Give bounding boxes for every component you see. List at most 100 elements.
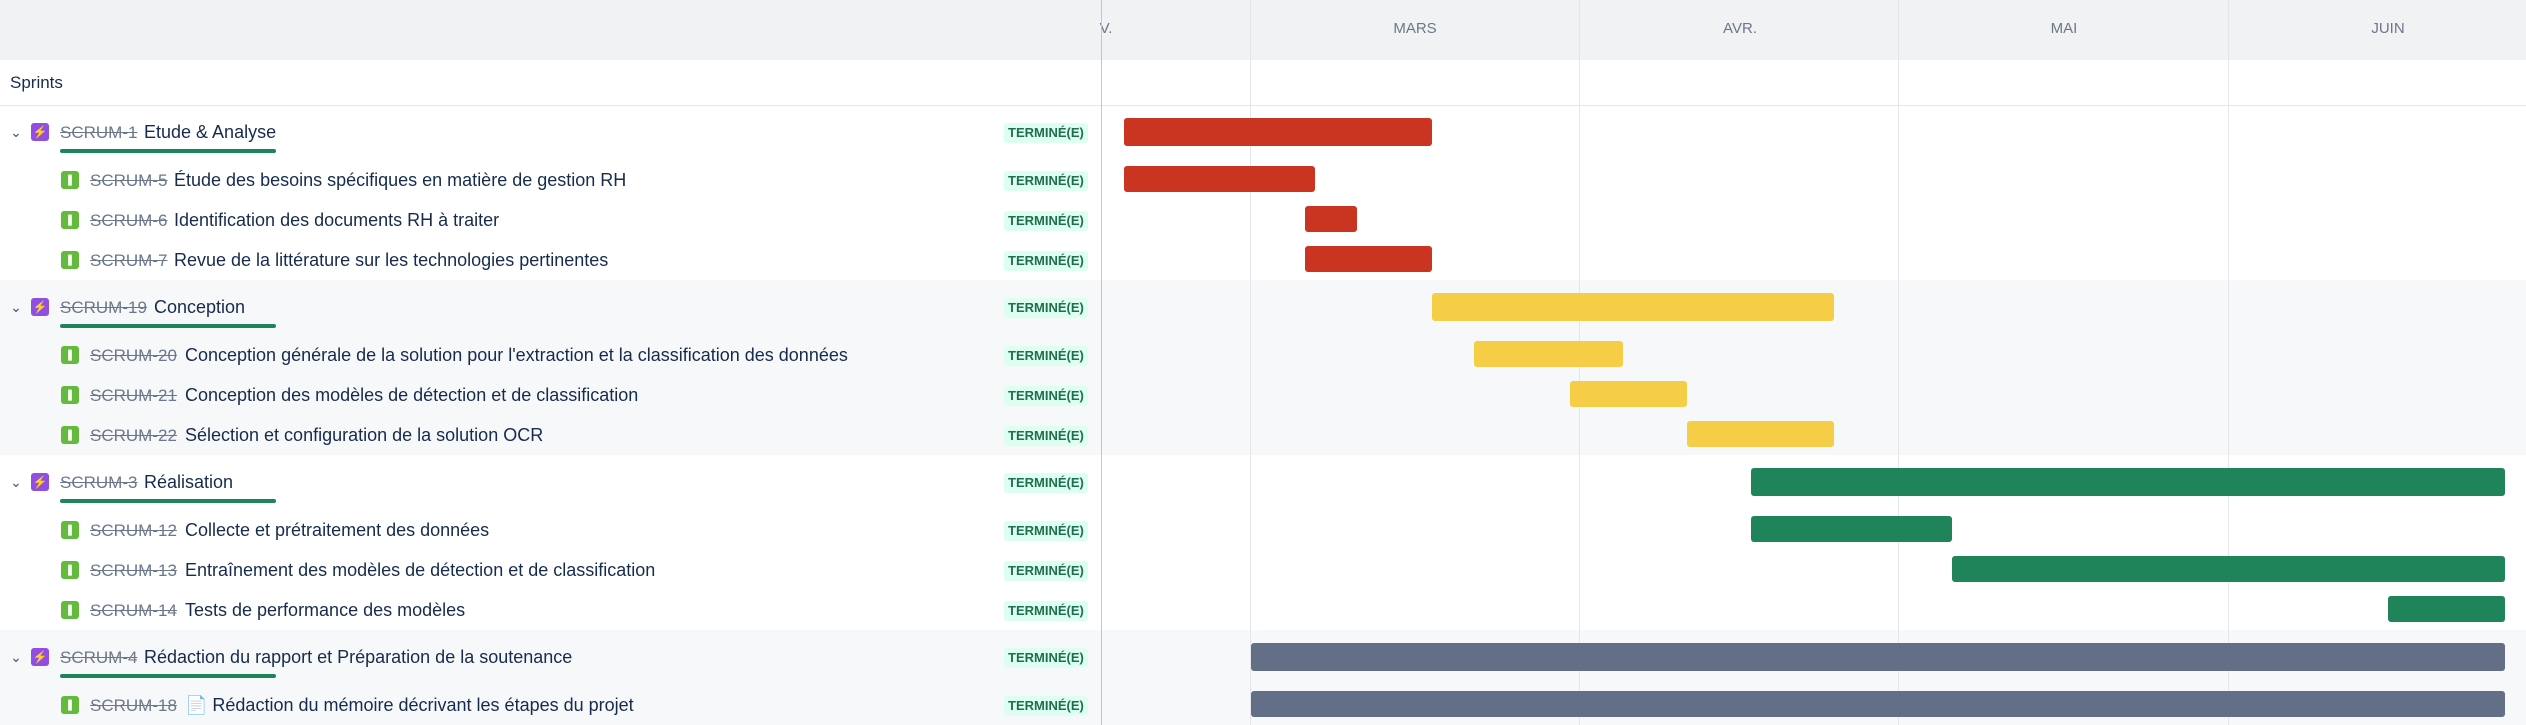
story-icon: ❚ bbox=[61, 386, 79, 404]
issue-title[interactable]: Entraînement des modèles de détection et… bbox=[185, 560, 655, 581]
status-badge[interactable]: TERMINÉ(E) bbox=[1004, 171, 1088, 191]
story-icon: ❚ bbox=[61, 601, 79, 619]
progress-bar bbox=[60, 149, 276, 153]
progress-bar bbox=[60, 324, 276, 328]
issue-key[interactable]: SCRUM-1 bbox=[60, 123, 137, 143]
issue-key[interactable]: SCRUM-13 bbox=[90, 561, 177, 581]
story-row-scrum-13[interactable]: ❚ SCRUM-13 Entraînement des modèles de d… bbox=[0, 550, 1101, 590]
issue-title[interactable]: Etude & Analyse bbox=[144, 122, 276, 143]
status-badge[interactable]: TERMINÉ(E) bbox=[1004, 426, 1088, 446]
timeline-bar-scrum-19[interactable] bbox=[1432, 293, 1834, 321]
story-row-scrum-5[interactable]: ❚ SCRUM-5 Étude des besoins spécifiques … bbox=[0, 160, 1101, 200]
status-badge[interactable]: TERMINÉ(E) bbox=[1004, 648, 1088, 668]
story-icon: ❚ bbox=[61, 426, 79, 444]
progress-bar bbox=[60, 674, 276, 678]
status-badge[interactable]: TERMINÉ(E) bbox=[1004, 561, 1088, 581]
issue-key[interactable]: SCRUM-5 bbox=[90, 171, 167, 191]
story-row-scrum-20[interactable]: ❚ SCRUM-20 Conception générale de la sol… bbox=[0, 335, 1101, 375]
issue-title[interactable]: Identification des documents RH à traite… bbox=[174, 210, 499, 231]
status-badge[interactable]: TERMINÉ(E) bbox=[1004, 473, 1088, 493]
timeline-bar-scrum-1[interactable] bbox=[1124, 118, 1432, 146]
status-badge[interactable]: TERMINÉ(E) bbox=[1004, 251, 1088, 271]
issue-title[interactable]: Revue de la littérature sur les technolo… bbox=[174, 250, 608, 271]
issue-title[interactable]: Conception générale de la solution pour … bbox=[185, 345, 848, 366]
issue-key[interactable]: SCRUM-22 bbox=[90, 426, 177, 446]
epic-row-scrum-19[interactable]: ⌄ ⚡ SCRUM-19 Conception TERMINÉ(E) bbox=[0, 287, 1101, 328]
issue-key[interactable]: SCRUM-6 bbox=[90, 211, 167, 231]
grid-line-mai bbox=[1898, 0, 1899, 725]
issue-title[interactable]: Sélection et configuration de la solutio… bbox=[185, 425, 543, 446]
timeline-header: V. MARS AVR. MAI JUIN bbox=[0, 0, 2526, 61]
issue-key[interactable]: SCRUM-18 bbox=[90, 696, 177, 716]
issue-title[interactable]: 📄 Rédaction du mémoire décrivant les éta… bbox=[185, 695, 634, 716]
timeline-bar-scrum-13[interactable] bbox=[1952, 556, 2505, 582]
issue-title[interactable]: Collecte et prétraitement des données bbox=[185, 520, 489, 541]
issue-title[interactable]: Conception des modèles de détection et d… bbox=[185, 385, 638, 406]
story-icon: ❚ bbox=[61, 346, 79, 364]
grid-line-juin bbox=[2228, 0, 2229, 725]
issue-key[interactable]: SCRUM-21 bbox=[90, 386, 177, 406]
issue-title[interactable]: Conception bbox=[154, 297, 245, 318]
timeline-bar-scrum-20[interactable] bbox=[1474, 341, 1623, 367]
status-badge[interactable]: TERMINÉ(E) bbox=[1004, 298, 1088, 318]
story-row-scrum-12[interactable]: ❚ SCRUM-12 Collecte et prétraitement des… bbox=[0, 510, 1101, 550]
story-row-scrum-18[interactable]: ❚ SCRUM-18 📄 Rédaction du mémoire décriv… bbox=[0, 685, 1101, 725]
issue-key[interactable]: SCRUM-7 bbox=[90, 251, 167, 271]
issue-key[interactable]: SCRUM-3 bbox=[60, 473, 137, 493]
timeline-bar-scrum-14[interactable] bbox=[2388, 596, 2505, 622]
sprints-row[interactable]: Sprints bbox=[0, 60, 2526, 106]
issue-title[interactable]: Rédaction du rapport et Préparation de l… bbox=[144, 647, 572, 668]
chevron-down-icon[interactable]: ⌄ bbox=[8, 474, 24, 490]
status-badge[interactable]: TERMINÉ(E) bbox=[1004, 123, 1088, 143]
epic-row-scrum-1[interactable]: ⌄ ⚡ SCRUM-1 Etude & Analyse TERMINÉ(E) bbox=[0, 112, 1101, 153]
timeline-bar-scrum-4[interactable] bbox=[1251, 643, 2505, 671]
status-badge[interactable]: TERMINÉ(E) bbox=[1004, 386, 1088, 406]
month-label-avr: AVR. bbox=[1723, 20, 1757, 37]
month-label-juin: JUIN bbox=[2371, 20, 2405, 37]
status-badge[interactable]: TERMINÉ(E) bbox=[1004, 601, 1088, 621]
story-row-scrum-22[interactable]: ❚ SCRUM-22 Sélection et configuration de… bbox=[0, 415, 1101, 455]
story-icon: ❚ bbox=[61, 696, 79, 714]
progress-bar bbox=[60, 499, 276, 503]
timeline-bar-scrum-5[interactable] bbox=[1124, 166, 1315, 192]
grid-line-mars bbox=[1250, 0, 1251, 725]
issue-key[interactable]: SCRUM-20 bbox=[90, 346, 177, 366]
timeline-bar-scrum-3[interactable] bbox=[1751, 468, 2505, 496]
story-row-scrum-6[interactable]: ❚ SCRUM-6 Identification des documents R… bbox=[0, 200, 1101, 240]
issue-key[interactable]: SCRUM-4 bbox=[60, 648, 137, 668]
issue-title[interactable]: Étude des besoins spécifiques en matière… bbox=[174, 170, 626, 191]
chevron-down-icon[interactable]: ⌄ bbox=[8, 124, 24, 140]
sprints-label: Sprints bbox=[10, 73, 63, 92]
list-timeline-divider[interactable] bbox=[1101, 0, 1102, 725]
issue-key[interactable]: SCRUM-12 bbox=[90, 521, 177, 541]
epic-icon: ⚡ bbox=[31, 298, 49, 316]
issue-title[interactable]: Tests de performance des modèles bbox=[185, 600, 465, 621]
status-badge[interactable]: TERMINÉ(E) bbox=[1004, 696, 1088, 716]
issue-title[interactable]: Réalisation bbox=[144, 472, 233, 493]
chevron-down-icon[interactable]: ⌄ bbox=[8, 299, 24, 315]
timeline-bar-scrum-18[interactable] bbox=[1251, 691, 2505, 717]
status-badge[interactable]: TERMINÉ(E) bbox=[1004, 211, 1088, 231]
story-icon: ❚ bbox=[61, 521, 79, 539]
chevron-down-icon[interactable]: ⌄ bbox=[8, 649, 24, 665]
timeline-bar-scrum-7[interactable] bbox=[1305, 246, 1432, 272]
story-icon: ❚ bbox=[61, 561, 79, 579]
epic-row-scrum-4[interactable]: ⌄ ⚡ SCRUM-4 Rédaction du rapport et Prép… bbox=[0, 637, 1101, 678]
epic-row-scrum-3[interactable]: ⌄ ⚡ SCRUM-3 Réalisation TERMINÉ(E) bbox=[0, 462, 1101, 503]
epic-icon: ⚡ bbox=[31, 473, 49, 491]
story-icon: ❚ bbox=[61, 251, 79, 269]
story-icon: ❚ bbox=[61, 171, 79, 189]
status-badge[interactable]: TERMINÉ(E) bbox=[1004, 346, 1088, 366]
issue-key[interactable]: SCRUM-14 bbox=[90, 601, 177, 621]
story-row-scrum-14[interactable]: ❚ SCRUM-14 Tests de performance des modè… bbox=[0, 590, 1101, 630]
timeline-bar-scrum-12[interactable] bbox=[1751, 516, 1952, 542]
timeline-bar-scrum-21[interactable] bbox=[1570, 381, 1687, 407]
status-badge[interactable]: TERMINÉ(E) bbox=[1004, 521, 1088, 541]
epic-icon: ⚡ bbox=[31, 123, 49, 141]
story-row-scrum-7[interactable]: ❚ SCRUM-7 Revue de la littérature sur le… bbox=[0, 240, 1101, 280]
story-row-scrum-21[interactable]: ❚ SCRUM-21 Conception des modèles de dét… bbox=[0, 375, 1101, 415]
issue-key[interactable]: SCRUM-19 bbox=[60, 298, 147, 318]
month-label-fev: V. bbox=[1099, 20, 1113, 37]
timeline-bar-scrum-22[interactable] bbox=[1687, 421, 1834, 447]
timeline-bar-scrum-6[interactable] bbox=[1305, 206, 1357, 232]
